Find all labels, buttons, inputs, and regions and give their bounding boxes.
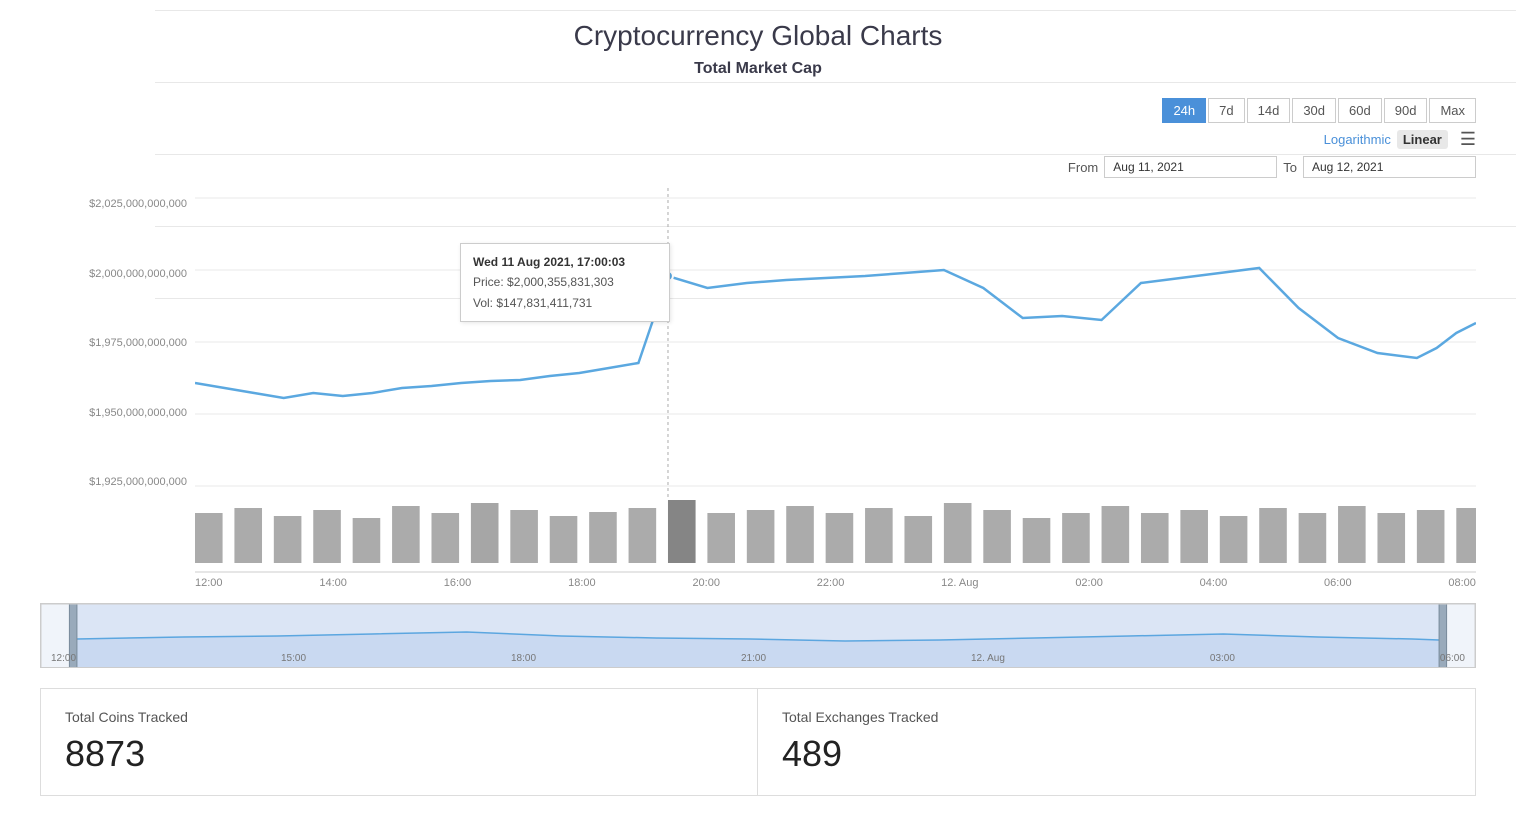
stats-grid: Total Coins Tracked 8873 Total Exchanges… [40,688,1476,796]
tooltip-date: Wed 11 Aug 2021, 17:00:03 [473,252,657,272]
nav-label-6: 06:00 [1440,653,1465,664]
y-axis: $2,025,000,000,000 $2,000,000,000,000 $1… [40,188,195,498]
time-label-0: 12:00 [195,577,223,589]
nav-label-1: 15:00 [281,653,306,664]
stat-value-1: 489 [782,733,1451,775]
tooltip-price: Price: $2,000,355,831,303 [473,272,657,292]
time-label-6: 12. Aug [941,577,978,589]
tooltip-vol-label: Vol: [473,296,493,310]
time-label-8: 04:00 [1200,577,1228,589]
nav-label-3: 21:00 [741,653,766,664]
time-label-2: 16:00 [444,577,472,589]
tooltip-vol-value: $147,831,411,731 [496,296,592,310]
time-labels: 12:00 14:00 16:00 18:00 20:00 22:00 12. … [40,573,1476,593]
stat-value-0: 8873 [65,733,733,775]
time-label-9: 06:00 [1324,577,1352,589]
line-chart-svg [195,188,1476,498]
tooltip: Wed 11 Aug 2021, 17:00:03 Price: $2,000,… [460,243,670,322]
volume-chart-area [195,498,1476,573]
time-label-4: 20:00 [692,577,720,589]
main-chart-area: $2,025,000,000,000 $2,000,000,000,000 $1… [40,188,1476,498]
stat-label-1: Total Exchanges Tracked [782,709,1451,725]
time-label-7: 02:00 [1075,577,1103,589]
stat-card-0: Total Coins Tracked 8873 [40,688,758,796]
chart-plot: Wed 11 Aug 2021, 17:00:03 Price: $2,000,… [195,188,1476,498]
tooltip-price-label: Price: [473,275,504,289]
nav-label-0: 12:00 [51,653,76,664]
volume-svg [195,498,1476,573]
tooltip-price-value: $2,000,355,831,303 [507,275,614,289]
time-label-3: 18:00 [568,577,596,589]
y-label-4: $1,925,000,000,000 [40,476,195,488]
y-label-3: $1,950,000,000,000 [40,407,195,419]
tooltip-vol: Vol: $147,831,411,731 [473,293,657,313]
time-label-1: 14:00 [319,577,347,589]
navigator-area[interactable]: 12:00 15:00 18:00 21:00 12. Aug 03:00 06… [40,603,1476,668]
nav-label-4: 12. Aug [971,653,1005,664]
y-label-0: $2,025,000,000,000 [40,198,195,210]
y-label-1: $2,000,000,000,000 [40,268,195,280]
nav-label-2: 18:00 [511,653,536,664]
stat-label-0: Total Coins Tracked [65,709,733,725]
time-label-10: 08:00 [1448,577,1476,589]
stat-card-1: Total Exchanges Tracked 489 [758,688,1476,796]
nav-time-labels: 12:00 15:00 18:00 21:00 12. Aug 03:00 06… [41,653,1475,664]
nav-label-5: 03:00 [1210,653,1235,664]
y-label-2: $1,975,000,000,000 [40,337,195,349]
time-label-5: 22:00 [817,577,845,589]
